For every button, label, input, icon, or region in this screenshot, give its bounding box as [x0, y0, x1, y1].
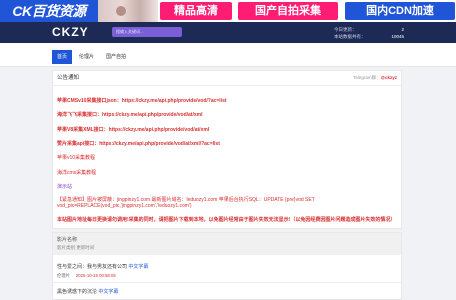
api-link-json[interactable]: 苹果CMSv10采集接口json：https://ckzy.me/api.php… — [57, 97, 227, 104]
item-date: 2025-10-19 00:58:05 — [75, 273, 116, 278]
api-link-haiyang[interactable]: 海洋飞飞采集接口：https://ckzy.me/api.php/provide… — [57, 111, 202, 118]
tab-ethics[interactable]: 伦理片 — [74, 50, 99, 64]
ad-cdn[interactable]: 国内CDN加速 — [345, 2, 455, 20]
tab-home[interactable]: 首页 — [52, 50, 73, 64]
notice-header: 公告通知 Telegram群：@ckzyz — [53, 71, 401, 86]
promo-avatar — [116, 6, 126, 16]
list-item[interactable]: 黑色诱惑下的沉沦 中文字幕 — [57, 288, 118, 295]
api-link-v8[interactable]: 苹果V8采集XML接口：https://ckzy.me/api.php/prov… — [57, 126, 209, 133]
ad-hd[interactable]: 精品高清 — [160, 2, 232, 20]
category-nav: 首页 伦理片 国产自拍 — [0, 43, 456, 67]
list-header: 影片名称 影片类别 更新时间 — [53, 233, 401, 255]
site-header: CKZY 搜输入关键词... 今日更新： 2 本站数据共有： 10045 — [0, 22, 456, 43]
row-divider — [53, 282, 401, 283]
site-logo[interactable]: CKZY — [52, 25, 89, 39]
video-list: 影片名称 影片类别 更新时间 性与爱之间：我与男友还有公司 中文字幕 伦理片 20… — [52, 232, 402, 300]
promo-image[interactable] — [98, 0, 158, 22]
item-title[interactable]: 黑色诱惑下的沉沦 — [57, 289, 98, 295]
notice-panel: 公告通知 Telegram群：@ckzyz 苹果CMSv10采集接口json：h… — [52, 70, 402, 229]
search-input[interactable]: 搜输入关键词... — [112, 27, 182, 37]
api-link-zanpian[interactable]: 赞片采集api接口：https://ckzy.me/api.php/provid… — [57, 140, 220, 147]
tutorial-haiyang[interactable]: 海洋cms采集教程 — [57, 169, 96, 176]
total-count-label: 本站数据共有： — [334, 34, 366, 39]
tutorial-v10[interactable]: 苹果v10采集教程 — [57, 154, 95, 161]
list-item[interactable]: 性与爱之间：我与男友还有公司 中文字幕 — [57, 263, 148, 270]
brand-ad[interactable]: CK百货资源 — [0, 0, 98, 22]
list-col-sub: 影片类别 更新时间 — [57, 245, 95, 250]
image-warning: 本站图片地址每日更换请勿调用!采集的同时，请把图片下载到本地，以免图片经常由于图… — [57, 217, 396, 223]
top-banner: CK百货资源 精品高清 国产自拍采集 国内CDN加速 — [0, 0, 456, 22]
total-count-value: 10045 — [391, 34, 404, 39]
today-updates-value: 2 — [401, 27, 404, 32]
today-updates-label: 今日更新： — [334, 27, 357, 32]
demo-site-link[interactable]: 演示站 — [57, 183, 72, 190]
telegram-handle[interactable]: @ckzyz — [381, 75, 397, 80]
item-category[interactable]: 中文字幕 — [98, 289, 118, 295]
item-category[interactable]: 中文字幕 — [128, 264, 148, 270]
item-title[interactable]: 性与爱之间：我与男友还有公司 — [57, 264, 128, 270]
replace-notice: 【紧急通知】图片被屏蔽：jingpinzy1.com 最新图片域名：leduoz… — [57, 197, 315, 209]
item-meta: 伦理片 2025-10-19 00:58:05 — [57, 273, 116, 279]
notice-title: 公告通知 — [57, 75, 80, 81]
telegram-label: Telegram群： — [353, 75, 381, 80]
item-type: 伦理片 — [57, 273, 70, 278]
telegram-info: Telegram群：@ckzyz — [353, 71, 397, 85]
tab-domestic[interactable]: 国产自拍 — [101, 50, 131, 64]
site-stats: 今日更新： 2 本站数据共有： 10045 — [334, 26, 404, 40]
list-col-title: 影片名称 — [57, 237, 78, 243]
ad-collect[interactable]: 国产自拍采集 — [238, 2, 338, 20]
